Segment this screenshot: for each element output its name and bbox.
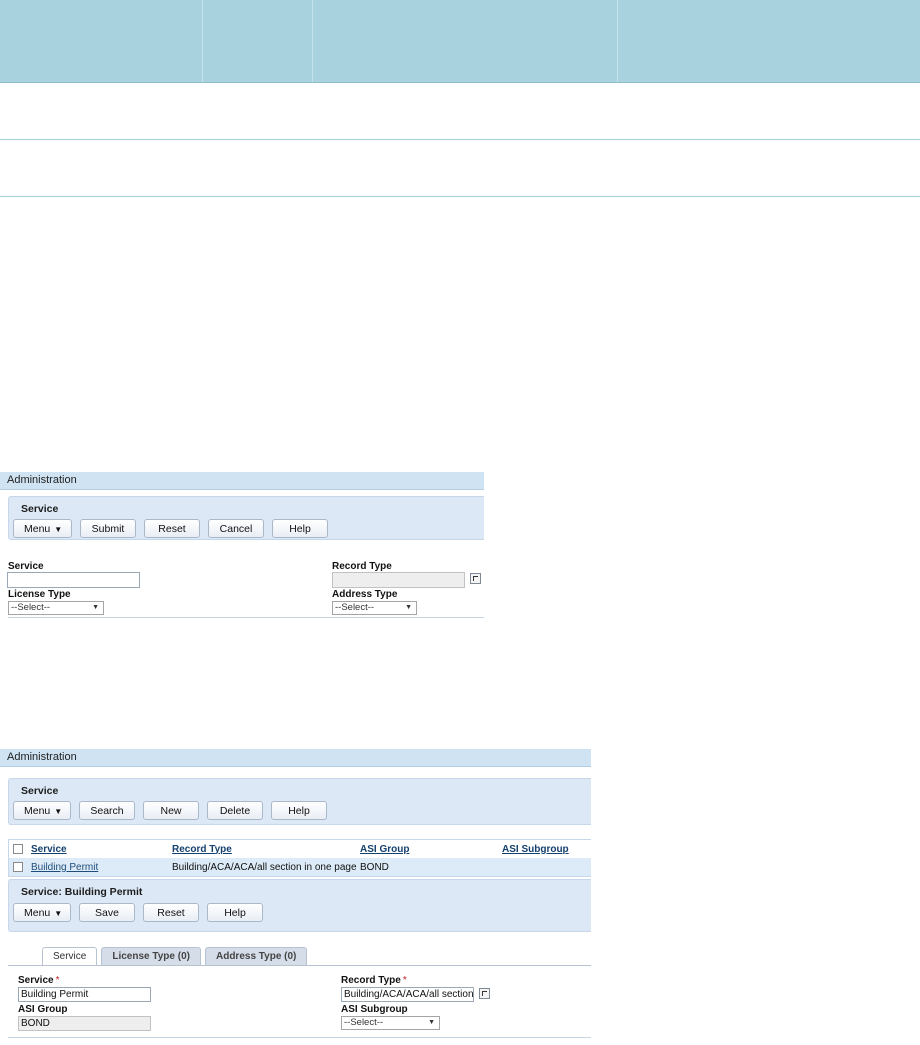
section-title: Service bbox=[21, 503, 59, 515]
address-type-select[interactable]: --Select-- ▼ bbox=[332, 601, 417, 615]
submit-button[interactable]: Submit bbox=[80, 519, 136, 538]
service-search-section: Service Menu ▼ Search New Delete Help bbox=[8, 778, 591, 825]
tab-address-type[interactable]: Address Type (0) bbox=[204, 947, 308, 966]
list-header-row: Service Record Type ASI Group ASI Subgro… bbox=[9, 840, 591, 858]
dropdown-arrow-icon: ▼ bbox=[428, 1019, 435, 1026]
row-service-link[interactable]: Building Permit bbox=[31, 862, 98, 873]
column-header-asi-subgroup[interactable]: ASI Subgroup bbox=[502, 844, 569, 855]
service-field-label: Service * bbox=[18, 975, 60, 986]
address-type-label: Address Type bbox=[332, 589, 398, 600]
menu-button[interactable]: Menu ▼ bbox=[13, 903, 71, 922]
administration-bar: Administration bbox=[0, 472, 484, 490]
administration-title: Administration bbox=[7, 474, 77, 486]
column-header-record-type[interactable]: Record Type bbox=[172, 844, 232, 855]
tab-service[interactable]: Service bbox=[42, 947, 98, 966]
column-header-service[interactable]: Service bbox=[31, 844, 67, 855]
license-type-label: License Type bbox=[8, 589, 71, 600]
table-row[interactable]: Building Permit Building/ACA/ACA/all sec… bbox=[9, 858, 591, 876]
license-type-select-value: --Select-- bbox=[11, 602, 51, 613]
menu-arrow-icon: ▼ bbox=[54, 525, 63, 534]
detail-section-title: Service: Building Permit bbox=[21, 886, 143, 898]
administration-title: Administration bbox=[7, 751, 77, 763]
service-input[interactable] bbox=[7, 572, 140, 588]
asi-group-label: ASI Group bbox=[18, 1004, 68, 1015]
license-type-select[interactable]: --Select-- ▼ bbox=[8, 601, 104, 615]
asi-group-input: BOND bbox=[18, 1016, 151, 1031]
menu-arrow-icon: ▼ bbox=[54, 807, 63, 816]
menu-button-label: Menu bbox=[24, 907, 51, 919]
service-list-table: Service Record Type ASI Group ASI Subgro… bbox=[8, 839, 591, 877]
cancel-button[interactable]: Cancel bbox=[208, 519, 264, 538]
empty-header-cell bbox=[203, 0, 313, 82]
service-edit-panel: Administration Service Menu ▼ Search New … bbox=[0, 749, 591, 1045]
record-type-picker-icon[interactable] bbox=[470, 573, 481, 584]
empty-table-header bbox=[0, 0, 920, 83]
asi-subgroup-select-value: --Select-- bbox=[344, 1017, 384, 1028]
asi-subgroup-label: ASI Subgroup bbox=[341, 1004, 408, 1015]
record-type-input[interactable]: Building/ACA/ACA/all section in one page bbox=[341, 987, 474, 1002]
service-label-text: Service bbox=[18, 975, 54, 986]
divider bbox=[8, 1037, 591, 1038]
empty-header-cell bbox=[0, 0, 203, 82]
tab-baseline bbox=[8, 965, 591, 966]
new-button[interactable]: New bbox=[143, 801, 199, 820]
required-marker: * bbox=[55, 975, 60, 986]
row-asi-group: BOND bbox=[360, 861, 389, 873]
menu-button-label: Menu bbox=[24, 523, 51, 535]
required-marker: * bbox=[402, 975, 407, 986]
record-type-picker-icon[interactable] bbox=[479, 988, 490, 999]
empty-table bbox=[0, 0, 920, 197]
reset-button[interactable]: Reset bbox=[144, 519, 200, 538]
empty-table-row bbox=[0, 140, 920, 197]
tab-license-type[interactable]: License Type (0) bbox=[101, 947, 201, 966]
menu-button[interactable]: Menu ▼ bbox=[13, 519, 72, 538]
empty-table-row bbox=[0, 83, 920, 140]
service-label: Service bbox=[8, 561, 44, 572]
record-type-label: Record Type bbox=[332, 561, 392, 572]
record-type-label-text: Record Type bbox=[341, 975, 401, 986]
dropdown-arrow-icon: ▼ bbox=[92, 604, 99, 611]
record-type-field-label: Record Type * bbox=[341, 975, 407, 986]
menu-button-label: Menu bbox=[24, 805, 51, 817]
divider bbox=[8, 617, 484, 618]
service-create-panel: Administration Service Menu ▼ Submit Rese… bbox=[0, 472, 484, 620]
dropdown-arrow-icon: ▼ bbox=[405, 604, 412, 611]
row-record-type: Building/ACA/ACA/all section in one page bbox=[172, 861, 357, 873]
empty-header-cell bbox=[618, 0, 920, 82]
service-input[interactable]: Building Permit bbox=[18, 987, 151, 1002]
address-type-select-value: --Select-- bbox=[335, 602, 375, 613]
asi-subgroup-select[interactable]: --Select-- ▼ bbox=[341, 1016, 440, 1030]
detail-toolbar: Menu ▼ Save Reset Help bbox=[9, 898, 591, 922]
service-toolbar: Menu ▼ Submit Reset Cancel Help bbox=[9, 515, 484, 538]
row-checkbox[interactable] bbox=[13, 862, 23, 872]
help-button[interactable]: Help bbox=[207, 903, 263, 922]
detail-tabs: Service License Type (0) Address Type (0… bbox=[42, 947, 308, 966]
menu-arrow-icon: ▼ bbox=[54, 909, 63, 918]
section-title: Service bbox=[21, 785, 59, 797]
administration-bar: Administration bbox=[0, 749, 591, 767]
service-search-toolbar: Menu ▼ Search New Delete Help bbox=[9, 797, 591, 820]
menu-button[interactable]: Menu ▼ bbox=[13, 801, 71, 820]
save-button[interactable]: Save bbox=[79, 903, 135, 922]
service-section: Service Menu ▼ Submit Reset Cancel Help bbox=[8, 496, 484, 540]
search-button[interactable]: Search bbox=[79, 801, 135, 820]
select-all-checkbox[interactable] bbox=[13, 844, 23, 854]
service-detail-section: Service: Building Permit Menu ▼ Save Rese… bbox=[8, 879, 591, 932]
help-button[interactable]: Help bbox=[272, 519, 328, 538]
delete-button[interactable]: Delete bbox=[207, 801, 263, 820]
empty-header-cell bbox=[313, 0, 618, 82]
reset-button[interactable]: Reset bbox=[143, 903, 199, 922]
record-type-input[interactable] bbox=[332, 572, 465, 588]
help-button[interactable]: Help bbox=[271, 801, 327, 820]
column-header-asi-group[interactable]: ASI Group bbox=[360, 844, 409, 855]
